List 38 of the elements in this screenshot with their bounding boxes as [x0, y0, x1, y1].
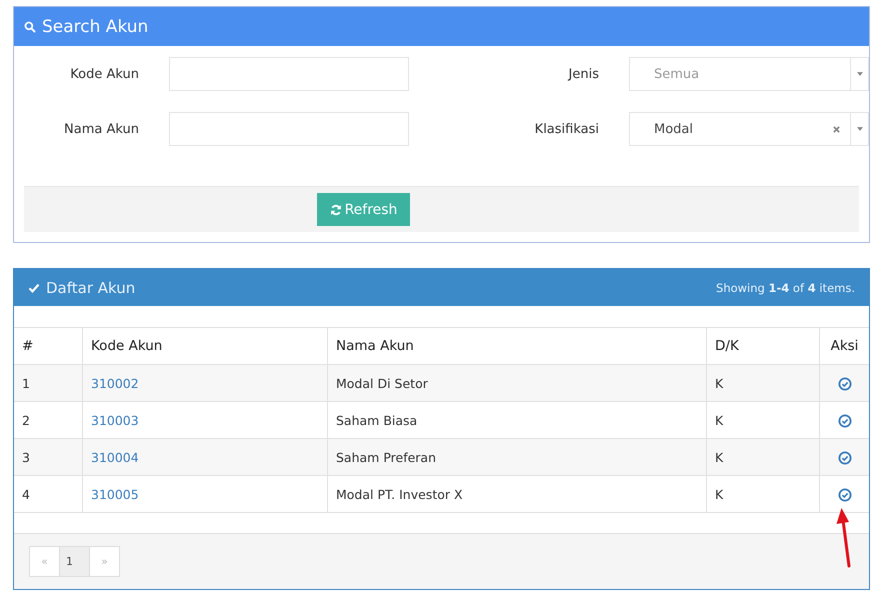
select-icon[interactable] — [838, 488, 852, 502]
search-icon — [24, 20, 36, 32]
column-header: Nama Akun — [328, 328, 706, 364]
clear-icon[interactable] — [833, 126, 840, 132]
account-code-link[interactable]: 310004 — [91, 450, 139, 464]
account-code-link[interactable]: 310002 — [91, 376, 139, 390]
refresh-button[interactable]: Refresh — [317, 193, 410, 226]
field-label: Jenis — [566, 66, 600, 82]
caret-icon — [856, 127, 862, 131]
column-header: Kode Akun — [82, 328, 328, 364]
select-icon[interactable] — [838, 450, 852, 465]
summary-text: Showing 1-4 of 4 items. — [716, 280, 855, 294]
select-field[interactable]: Modal — [629, 112, 869, 146]
table-cell: Saham Preferan — [328, 438, 706, 476]
account-code-link[interactable]: 310005 — [91, 486, 139, 502]
input-field[interactable] — [169, 112, 409, 146]
table-cell: Modal PT. Investor X — [328, 476, 706, 512]
select-icon[interactable] — [838, 376, 852, 391]
caret-icon — [856, 72, 862, 76]
table-cell: K — [706, 438, 820, 476]
refresh-icon — [330, 204, 342, 216]
account-code-link[interactable]: 310003 — [91, 412, 139, 428]
select-field[interactable]: Semua — [629, 57, 869, 91]
table-cell: K — [706, 364, 820, 402]
input-field[interactable] — [169, 57, 409, 91]
page-button[interactable]: 1 — [59, 546, 90, 577]
check-icon — [28, 282, 40, 294]
table-cell: K — [706, 476, 820, 512]
field-label: Nama Akun — [63, 122, 140, 136]
table-cell: 1 — [14, 364, 82, 402]
table-cell: 4 — [14, 476, 82, 512]
panel-title: Search Akun — [42, 16, 148, 36]
select-icon[interactable] — [838, 414, 852, 428]
panel-title: Daftar Akun — [46, 278, 136, 296]
field-label: Klasifikasi — [534, 122, 600, 136]
field-label: Kode Akun — [69, 66, 140, 82]
table-cell: Modal Di Setor — [328, 364, 706, 402]
table-cell: 3 — [14, 438, 82, 476]
